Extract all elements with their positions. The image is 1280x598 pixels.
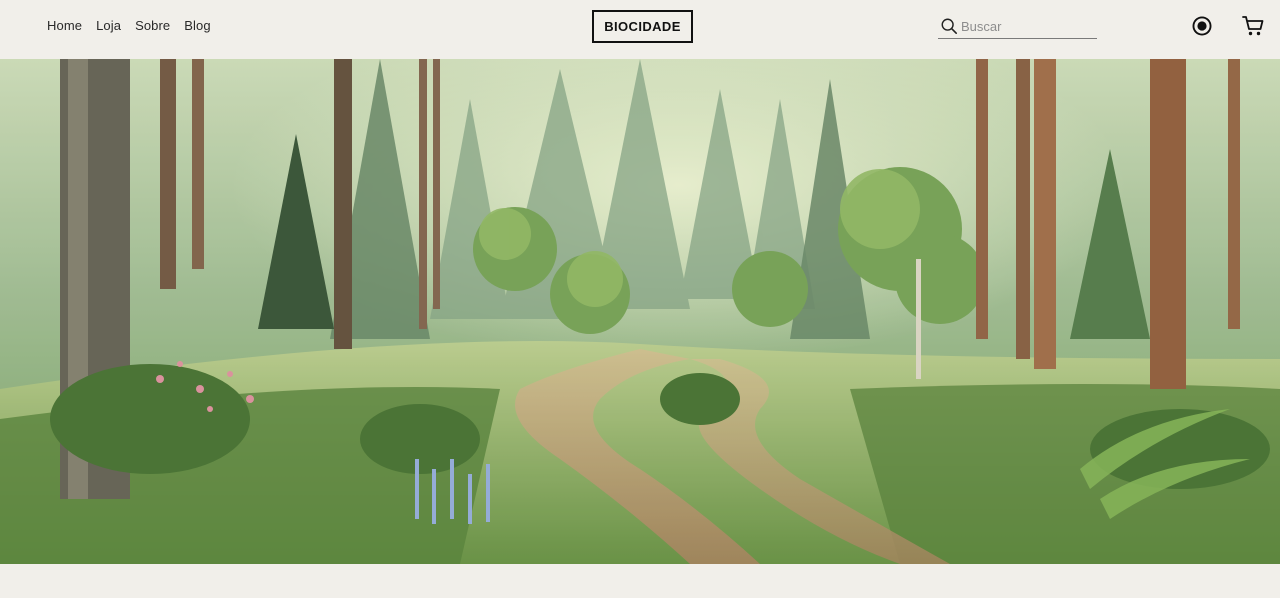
brand-logo-text: BIOCIDADE — [604, 19, 681, 34]
search-bar[interactable] — [938, 14, 1097, 39]
nav-link-blog[interactable]: Blog — [184, 18, 210, 34]
nav-link-sobre[interactable]: Sobre — [135, 18, 170, 34]
search-input[interactable] — [961, 18, 1091, 34]
brand-logo[interactable]: BIOCIDADE — [592, 10, 693, 43]
shopping-cart-icon[interactable] — [1241, 14, 1265, 38]
nav-link-home[interactable]: Home — [47, 18, 82, 34]
hero-banner — [0, 59, 1280, 564]
main-nav: Home Loja Sobre Blog — [47, 18, 211, 34]
site-header: Home Loja Sobre Blog BIOCIDADE — [0, 0, 1280, 59]
page-bottom-strip — [0, 564, 1280, 598]
hero-forest-image — [0, 59, 1280, 564]
user-circle-icon[interactable] — [1191, 15, 1213, 37]
search-icon[interactable] — [940, 17, 958, 35]
nav-link-loja[interactable]: Loja — [96, 18, 121, 34]
